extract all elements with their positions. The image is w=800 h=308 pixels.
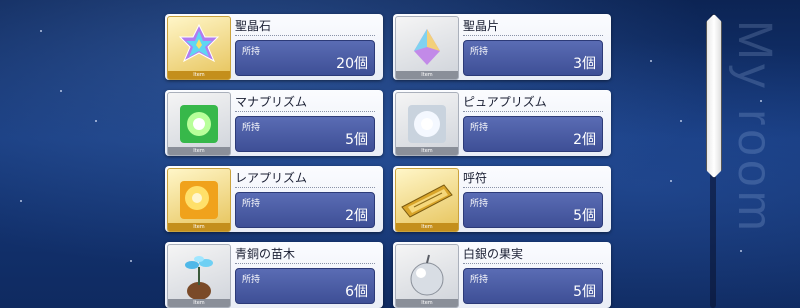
item-card-saint-quartz[interactable]: Item 聖晶石 所持 20個 bbox=[165, 14, 383, 80]
saint-quartz-icon: Item bbox=[167, 16, 231, 80]
owned-label: 所持 bbox=[242, 47, 261, 57]
owned-panel: 所持 3個 bbox=[463, 40, 603, 76]
item-name: ピュアプリズム bbox=[463, 95, 547, 109]
bronze-sapling-icon: Item bbox=[167, 244, 231, 308]
owned-count: 5個 bbox=[345, 132, 368, 148]
owned-count: 5個 bbox=[573, 208, 596, 224]
item-card-silver-apple[interactable]: Item 白銀の果実 所持 5個 bbox=[393, 242, 611, 308]
owned-panel: 所持 5個 bbox=[463, 268, 603, 304]
item-card-rare-prism[interactable]: Item レアプリズム 所持 2個 bbox=[165, 166, 383, 232]
summon-ticket-icon: Item bbox=[395, 168, 459, 232]
quartz-fragment-icon: Item bbox=[395, 16, 459, 80]
pure-prism-icon: Item bbox=[395, 92, 459, 156]
owned-label: 所持 bbox=[242, 123, 261, 133]
item-card-quartz-fragment[interactable]: Item 聖晶片 所持 3個 bbox=[393, 14, 611, 80]
owned-panel: 所持 2個 bbox=[463, 116, 603, 152]
owned-label: 所持 bbox=[470, 275, 489, 285]
owned-panel: 所持 20個 bbox=[235, 40, 375, 76]
owned-count: 3個 bbox=[573, 56, 596, 72]
item-name: 白銀の果実 bbox=[463, 247, 524, 261]
owned-label: 所持 bbox=[470, 123, 489, 133]
item-card-summon-ticket[interactable]: Item 呼符 所持 5個 bbox=[393, 166, 611, 232]
item-card-mana-prism[interactable]: Item マナプリズム 所持 5個 bbox=[165, 90, 383, 156]
item-name: マナプリズム bbox=[235, 95, 308, 109]
item-name: 青銅の苗木 bbox=[235, 247, 296, 261]
owned-count: 5個 bbox=[573, 284, 596, 300]
mana-prism-icon: Item bbox=[167, 92, 231, 156]
item-name: レアプリズム bbox=[235, 171, 308, 185]
silver-apple-icon: Item bbox=[395, 244, 459, 308]
owned-label: 所持 bbox=[470, 199, 489, 209]
rare-prism-icon: Item bbox=[167, 168, 231, 232]
owned-count: 20個 bbox=[336, 56, 368, 72]
item-name: 聖晶片 bbox=[463, 19, 500, 33]
item-name: 呼符 bbox=[463, 171, 488, 185]
scrollbar[interactable] bbox=[706, 14, 720, 308]
item-card-bronze-sapling[interactable]: Item 青銅の苗木 所持 6個 bbox=[165, 242, 383, 308]
background-watermark: My room bbox=[728, 20, 781, 235]
owned-panel: 所持 5個 bbox=[463, 192, 603, 228]
scroll-thumb[interactable] bbox=[706, 14, 722, 178]
owned-panel: 所持 5個 bbox=[235, 116, 375, 152]
owned-count: 2個 bbox=[573, 132, 596, 148]
owned-count: 2個 bbox=[345, 208, 368, 224]
owned-panel: 所持 6個 bbox=[235, 268, 375, 304]
owned-panel: 所持 2個 bbox=[235, 192, 375, 228]
owned-label: 所持 bbox=[470, 47, 489, 57]
item-name: 聖晶石 bbox=[235, 19, 272, 33]
owned-label: 所持 bbox=[242, 275, 261, 285]
owned-label: 所持 bbox=[242, 199, 261, 209]
item-card-pure-prism[interactable]: Item ピュアプリズム 所持 2個 bbox=[393, 90, 611, 156]
owned-count: 6個 bbox=[345, 284, 368, 300]
